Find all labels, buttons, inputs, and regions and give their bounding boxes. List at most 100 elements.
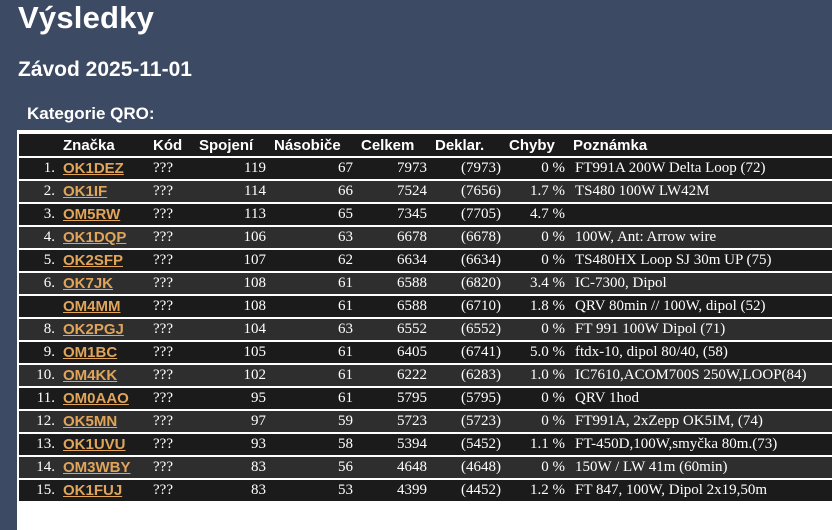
errors-cell: 1.8 % (505, 296, 569, 317)
callsign-cell: OK1IF (59, 181, 149, 202)
callsign-link[interactable]: OM3WBY (63, 459, 131, 476)
declared-cell: (7973) (431, 158, 505, 179)
callsign-link[interactable]: OK2PGJ (63, 321, 124, 338)
code-cell: ??? (149, 480, 195, 501)
rank-cell: 15. (19, 480, 59, 501)
note-cell: 100W, Ant: Arrow wire (569, 227, 832, 248)
note-cell: IC-7300, Dipol (569, 273, 832, 294)
callsign-link[interactable]: OM5RW (63, 206, 120, 223)
declared-cell: (6634) (431, 250, 505, 271)
qso-cell: 95 (195, 388, 270, 409)
callsign-cell: OM4KK (59, 365, 149, 386)
table-row: 11. OM0AAO??? 95 61 5795 (5795) 0 % QRV 1hod (19, 388, 832, 409)
code-cell: ??? (149, 365, 195, 386)
callsign-link[interactable]: OK1IF (63, 183, 107, 200)
table-row: 13. OK1UVU??? 93 58 5394 (5452) 1.1 % FT-450D,1… (19, 434, 832, 455)
note-cell: FT 991 100W Dipol (71) (569, 319, 832, 340)
errors-cell: 1.0 % (505, 365, 569, 386)
code-cell: ??? (149, 388, 195, 409)
column-header-callsign: Značka (59, 134, 149, 156)
total-cell: 7345 (357, 204, 431, 225)
code-cell: ??? (149, 181, 195, 202)
callsign-cell: OM3WBY (59, 457, 149, 478)
total-cell: 6634 (357, 250, 431, 271)
qso-cell: 107 (195, 250, 270, 271)
declared-cell: (4452) (431, 480, 505, 501)
table-row: 15. OK1FUJ??? 83 53 4399 (4452) 1.2 % FT 847, 1… (19, 480, 832, 501)
qso-cell: 113 (195, 204, 270, 225)
rank-cell: 13. (19, 434, 59, 455)
note-cell: FT-450D,100W,smyčka 80m.(73) (569, 434, 832, 455)
total-cell: 4399 (357, 480, 431, 501)
errors-cell: 5.0 % (505, 342, 569, 363)
qso-cell: 102 (195, 365, 270, 386)
rank-cell: 9. (19, 342, 59, 363)
note-cell: TS480 100W LW42M (569, 181, 832, 202)
declared-cell: (6820) (431, 273, 505, 294)
rank-cell: 5. (19, 250, 59, 271)
code-cell: ??? (149, 273, 195, 294)
total-cell: 6678 (357, 227, 431, 248)
callsign-link[interactable]: OM4KK (63, 367, 117, 384)
declared-cell: (5723) (431, 411, 505, 432)
rank-cell: 11. (19, 388, 59, 409)
callsign-link[interactable]: OK1FUJ (63, 482, 122, 499)
qso-cell: 93 (195, 434, 270, 455)
errors-cell: 0 % (505, 227, 569, 248)
category-label: Kategorie QRO: (27, 104, 155, 123)
callsign-link[interactable]: OM1BC (63, 344, 117, 361)
errors-cell: 0 % (505, 158, 569, 179)
declared-cell: (6741) (431, 342, 505, 363)
total-cell: 4648 (357, 457, 431, 478)
declared-cell: (6552) (431, 319, 505, 340)
code-cell: ??? (149, 319, 195, 340)
qso-cell: 108 (195, 273, 270, 294)
code-cell: ??? (149, 296, 195, 317)
note-cell (569, 204, 832, 225)
callsign-link[interactable]: OK1DQP (63, 229, 126, 246)
declared-cell: (6678) (431, 227, 505, 248)
errors-cell: 0 % (505, 250, 569, 271)
column-header-code: Kód (149, 134, 195, 156)
multipliers-cell: 66 (270, 181, 357, 202)
code-cell: ??? (149, 434, 195, 455)
column-header-multipliers: Násobiče (270, 134, 357, 156)
callsign-link[interactable]: OK1UVU (63, 436, 126, 453)
code-cell: ??? (149, 411, 195, 432)
callsign-cell: OK7JK (59, 273, 149, 294)
callsign-cell: OK2PGJ (59, 319, 149, 340)
callsign-link[interactable]: OM0AAO (63, 390, 129, 407)
multipliers-cell: 63 (270, 319, 357, 340)
rank-cell: 6. (19, 273, 59, 294)
multipliers-cell: 56 (270, 457, 357, 478)
code-cell: ??? (149, 204, 195, 225)
errors-cell: 0 % (505, 388, 569, 409)
table-row: OM4MM??? 108 61 6588 (6710) 1.8 % QRV 80min //… (19, 296, 832, 317)
table-header-row: Značka Kód Spojení Násobiče Celkem Deklar. Chy… (19, 134, 832, 156)
callsign-link[interactable]: OK5MN (63, 413, 117, 430)
rank-cell: 3. (19, 204, 59, 225)
errors-cell: 0 % (505, 319, 569, 340)
table-row: 9. OM1BC??? 105 61 6405 (6741) 5.0 % ftdx-10, d… (19, 342, 832, 363)
table-row: 6. OK7JK??? 108 61 6588 (6820) 3.4 % IC-7300, D… (19, 273, 832, 294)
qso-cell: 104 (195, 319, 270, 340)
qso-cell: 119 (195, 158, 270, 179)
callsign-cell: OK1DQP (59, 227, 149, 248)
errors-cell: 0 % (505, 457, 569, 478)
table-row: 10. OM4KK??? 102 61 6222 (6283) 1.0 % IC7610,AC… (19, 365, 832, 386)
note-cell: 150W / LW 41m (60min) (569, 457, 832, 478)
callsign-link[interactable]: OM4MM (63, 298, 121, 315)
declared-cell: (4648) (431, 457, 505, 478)
rank-cell: 12. (19, 411, 59, 432)
qso-cell: 105 (195, 342, 270, 363)
total-cell: 6405 (357, 342, 431, 363)
callsign-link[interactable]: OK2SFP (63, 252, 123, 269)
column-header-declared: Deklar. (431, 134, 505, 156)
multipliers-cell: 61 (270, 296, 357, 317)
callsign-cell: OK1DEZ (59, 158, 149, 179)
multipliers-cell: 61 (270, 342, 357, 363)
total-cell: 6552 (357, 319, 431, 340)
rank-cell (19, 296, 59, 317)
callsign-link[interactable]: OK1DEZ (63, 160, 124, 177)
callsign-link[interactable]: OK7JK (63, 275, 113, 292)
